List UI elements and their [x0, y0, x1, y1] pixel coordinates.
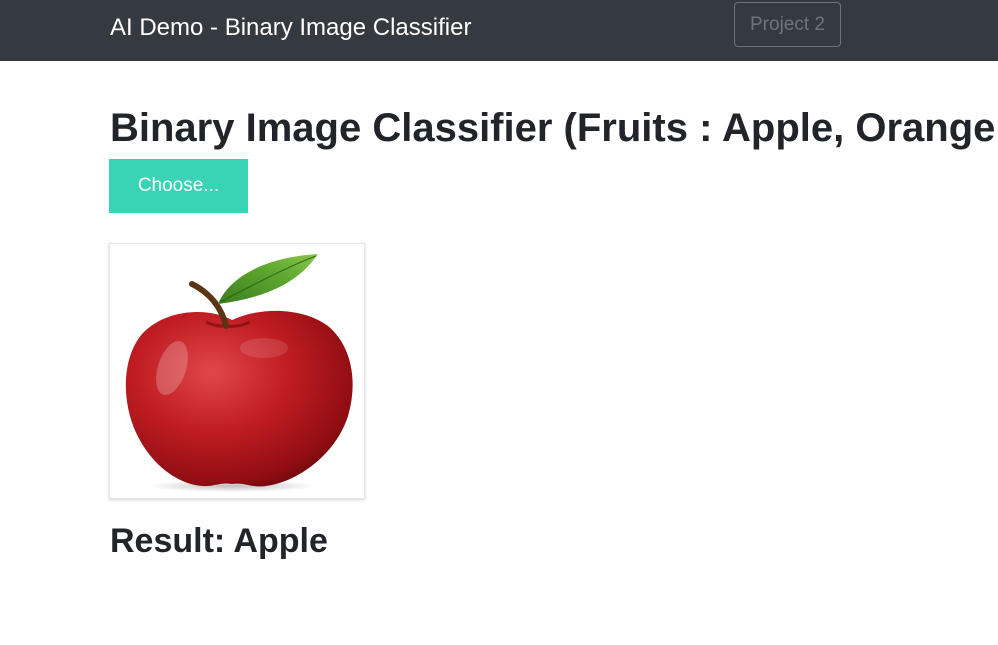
navbar-brand[interactable]: AI Demo - Binary Image Classifier [110, 13, 471, 43]
page-title: Binary Image Classifier (Fruits : Apple,… [110, 106, 998, 150]
apple-image [114, 248, 360, 494]
uploaded-image-preview [109, 243, 365, 499]
project-2-button[interactable]: Project 2 [734, 2, 841, 47]
navbar: AI Demo - Binary Image Classifier Projec… [0, 0, 998, 61]
classification-result: Result: Apple [110, 522, 328, 560]
choose-file-button[interactable]: Choose... [109, 159, 248, 213]
